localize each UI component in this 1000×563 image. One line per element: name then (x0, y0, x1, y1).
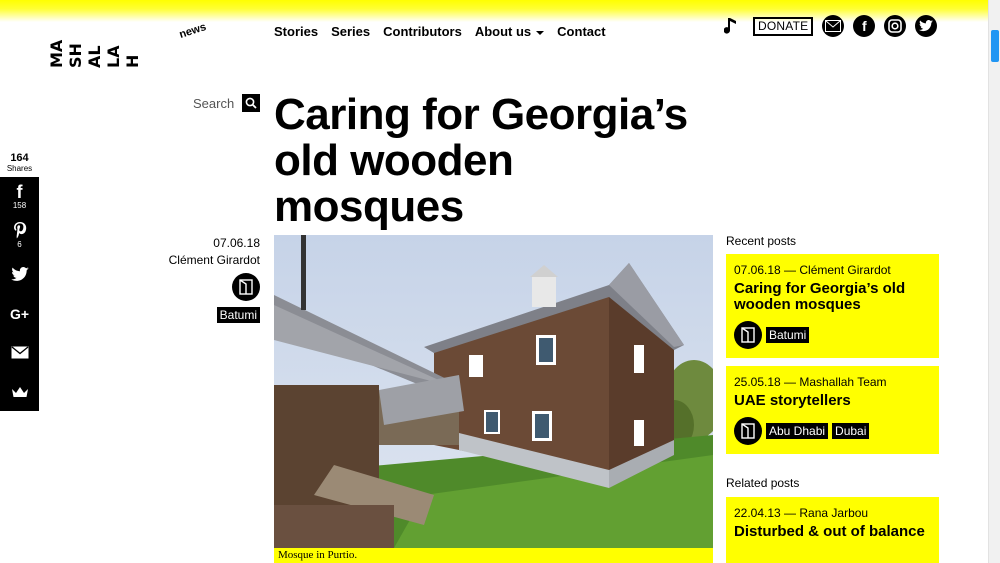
facebook-icon: f (16, 182, 23, 202)
nav-stories[interactable]: Stories (274, 24, 318, 39)
share-facebook-count: 158 (12, 201, 27, 210)
scrollbar-thumb[interactable] (991, 30, 999, 62)
nav-about-us-label: About us (474, 24, 532, 39)
recent-post-title[interactable]: UAE storytellers (734, 393, 931, 409)
logo-line-4: LA (104, 45, 123, 68)
recent-post-card[interactable]: 25.05.18 — Mashallah Team UAE storytelle… (726, 366, 939, 454)
author-avatar-icon[interactable] (734, 321, 762, 349)
recent-post-tag[interactable]: Abu Dhabi (766, 423, 829, 439)
logo-wordmark: MA SH AL LA H (47, 39, 142, 68)
mail-icon[interactable] (822, 15, 845, 37)
related-post-card[interactable]: 22.04.13 — Rana Jarbou Disturbed & out o… (726, 497, 939, 563)
article-photo (274, 235, 713, 548)
nav-about-us[interactable]: About us (474, 24, 545, 39)
recent-post-card[interactable]: 07.06.18 — Clément Girardot Caring for G… (726, 254, 939, 358)
share-facebook-button[interactable]: f 158 (0, 177, 39, 216)
recent-post-meta: 25.05.18 — Mashallah Team (734, 375, 887, 389)
related-posts-heading: Related posts (726, 476, 800, 490)
recent-post-title[interactable]: Caring for Georgia’s old wooden mosques (734, 281, 931, 313)
logo-line-5: H (123, 55, 142, 68)
email-icon (11, 346, 28, 359)
recent-posts-heading: Recent posts (726, 234, 797, 248)
logo-line-1: MA (48, 39, 66, 68)
related-post-meta: 22.04.13 — Rana Jarbou (734, 506, 869, 520)
share-sidebar: 164 Shares f 158 6 G+ (0, 152, 39, 411)
logo-line-2: SH (66, 43, 85, 68)
instagram-icon[interactable] (884, 15, 907, 37)
recent-post-tag[interactable]: Batumi (766, 327, 810, 343)
article-date: 07.06.18 (213, 236, 260, 250)
logo-line-3: AL (85, 45, 104, 68)
recent-post-meta: 07.06.18 — Clément Girardot (734, 263, 891, 277)
search[interactable]: Search (193, 94, 261, 112)
main-nav: Stories Series Contributors About us Con… (274, 24, 619, 39)
share-total-label: Shares (6, 164, 33, 173)
sumo-crown-icon (11, 386, 28, 397)
header-social: DONATE f (724, 15, 938, 37)
share-twitter-button[interactable] (0, 255, 39, 294)
share-pinterest-button[interactable]: 6 (0, 216, 39, 255)
nav-series[interactable]: Series (331, 24, 370, 39)
share-pinterest-count: 6 (17, 240, 22, 249)
twitter-icon[interactable] (915, 15, 938, 37)
article-title: Caring for Georgia’s old wooden mosques (274, 90, 688, 231)
photo-caption: Mosque in Purtio. (274, 548, 713, 563)
scrollbar[interactable] (988, 0, 1000, 563)
recent-post-tag[interactable]: Dubai (832, 423, 870, 439)
author-avatar-icon[interactable] (734, 417, 762, 445)
article-meta: 07.06.18 Clément Girardot Batumi (140, 236, 260, 323)
facebook-icon[interactable]: f (853, 15, 876, 37)
share-google-plus-button[interactable]: G+ (0, 294, 39, 333)
chevron-down-icon (536, 30, 545, 35)
site-logo[interactable]: MA SH AL LA H news (47, 18, 208, 72)
nav-contact[interactable]: Contact (557, 24, 605, 39)
share-email-button[interactable] (0, 333, 39, 372)
article-tag[interactable]: Batumi (216, 307, 260, 323)
twitter-icon (10, 267, 29, 281)
nav-contributors[interactable]: Contributors (383, 24, 462, 39)
related-post-title[interactable]: Disturbed & out of balance (734, 524, 931, 540)
search-icon[interactable] (242, 94, 261, 112)
author-avatar-icon[interactable] (232, 273, 260, 301)
share-sumo-button[interactable] (0, 372, 39, 411)
article-author[interactable]: Clément Girardot (140, 253, 260, 267)
google-plus-icon: G+ (9, 305, 30, 322)
donate-button[interactable]: DONATE (753, 16, 814, 36)
music-note-icon[interactable] (724, 16, 738, 36)
pinterest-icon (13, 222, 26, 239)
search-label[interactable]: Search (193, 96, 234, 111)
share-total-count: 164 (10, 152, 29, 164)
